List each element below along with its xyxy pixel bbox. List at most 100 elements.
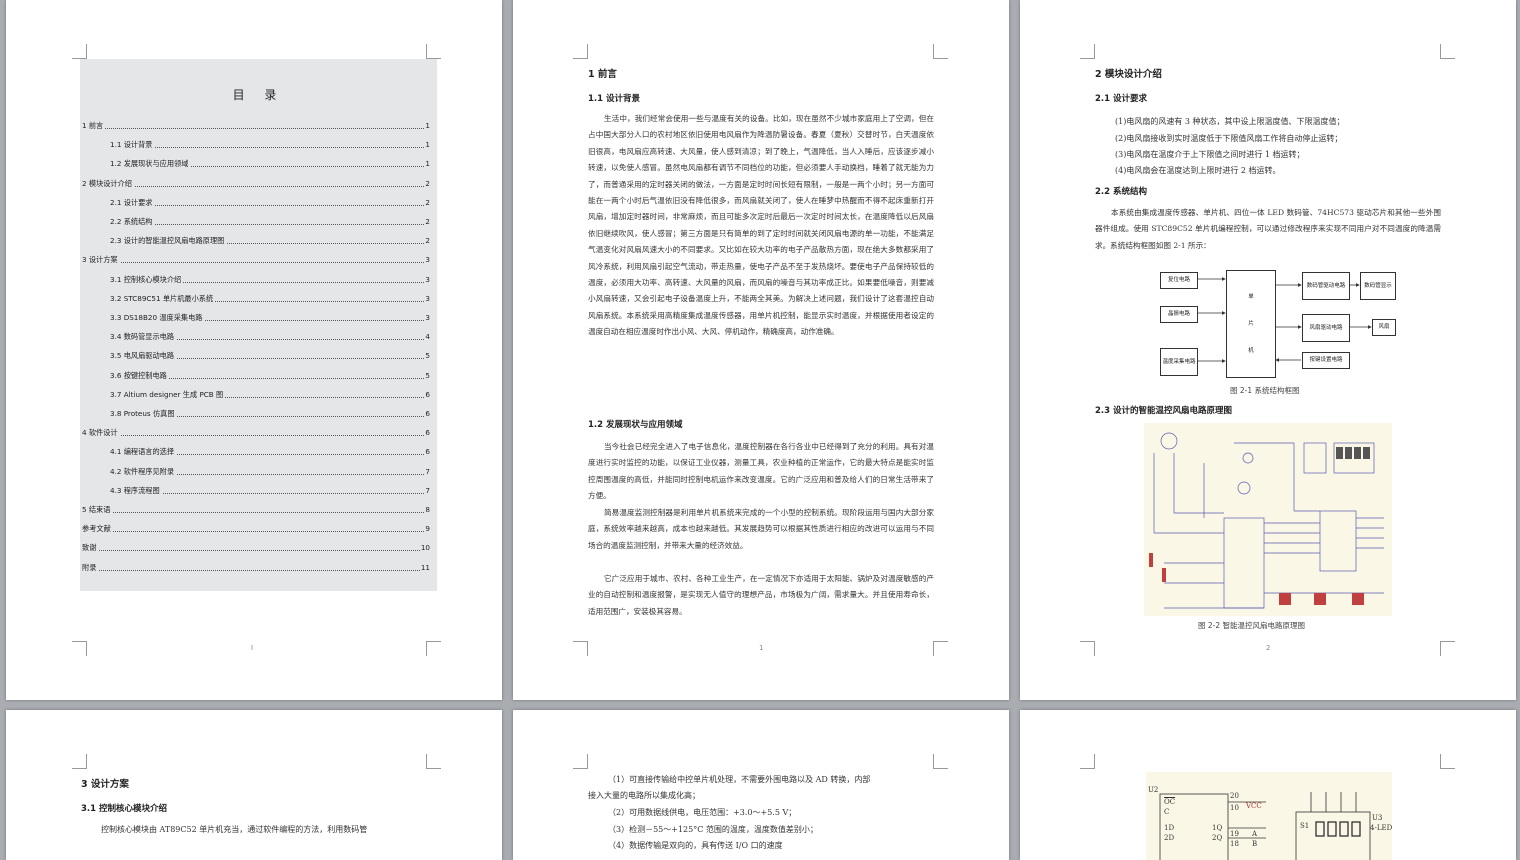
toc-entry-page: 6 (425, 409, 430, 418)
diagram-block: 风扇 (1372, 319, 1396, 336)
toc-entry-label: 5 结束语 (82, 505, 113, 515)
toc-entry-page: 5 (425, 370, 430, 380)
paragraph: 它广泛应用于城市、农村、各种工业生产，在一定情况下亦适用于太阳能、锅炉及对温度敏… (588, 574, 934, 616)
chip-pin: 1Q (1212, 824, 1223, 832)
toc-entry[interactable]: 4 软件设计 6 (82, 428, 430, 440)
chip-label: U3 (1372, 814, 1383, 822)
toc-entry-page: 1 (425, 121, 430, 130)
toc-leader-dots (82, 512, 424, 513)
toc-entry-page: 9 (425, 524, 430, 534)
toc-entry-label: 3.8 Proteus 仿真图 (110, 409, 177, 419)
latch-drawing (1159, 792, 1371, 860)
crop-mark (1440, 754, 1455, 769)
segment-label: S1 (1300, 822, 1310, 830)
subsection-heading: 1.1 设计背景 (588, 94, 641, 104)
page-5: U2 OC C 1D 2D 1Q 2Q 20 10 VCC 19 18 A B … (1020, 710, 1516, 860)
toc-entry[interactable]: 2.2 系统结构 2 (110, 217, 430, 229)
toc-entry[interactable]: 3.3 DS18B20 温度采集电路 3 (110, 313, 430, 325)
toc-entry[interactable]: 3.6 按键控制电路 5 (110, 370, 430, 383)
subsection-heading: 3.1 控制核心模块介绍 (81, 804, 168, 814)
toc-leader-dots (82, 128, 424, 129)
toc-entry[interactable]: 3.4 数码管显示电路 4 (110, 332, 430, 344)
net-label: A (1252, 830, 1258, 838)
toc-entry[interactable]: 2.3 设计的智能温控风扇电路原理图 2 (110, 236, 430, 248)
toc-entry[interactable]: 2.1 设计要求 2 (110, 197, 430, 210)
toc-entry-page: 6 (425, 447, 430, 457)
toc-entry-label: 参考文献 (82, 524, 113, 535)
crop-mark (72, 754, 87, 769)
toc-entry[interactable]: 1.2 发展现状与应用领域 1 (110, 159, 430, 171)
toc-entry[interactable]: 3.1 控制核心模块介绍 3 (110, 274, 430, 287)
toc-entry-page: 4 (425, 332, 430, 342)
toc-entry[interactable]: 4.2 软件程序见附录 7 (110, 466, 430, 479)
toc-entry-label: 2.1 设计要求 (110, 197, 155, 208)
toc-entry[interactable]: 致谢 10 (82, 543, 430, 555)
paragraph-line: 控制核心模块由 AT89C52 单片机充当，通过软件编程的方法，利用数码管 (101, 825, 368, 834)
toc-entry[interactable]: 3.8 Proteus 仿真图 6 (110, 409, 430, 421)
toc-entry-label: 3.3 DS18B20 温度采集电路 (110, 313, 205, 323)
crop-mark (426, 754, 441, 769)
toc-leader-dots (82, 435, 424, 437)
pin-number: 10 (1230, 804, 1239, 812)
toc-entry-page: 2 (425, 197, 430, 207)
toc-entry[interactable]: 3.7 Altium designer 生成 PCB 图 6 (110, 389, 430, 402)
vcc-label: VCC (1246, 802, 1262, 810)
toc-entry-page: 3 (425, 313, 430, 322)
toc-entry-label: 4 软件设计 (82, 428, 120, 439)
toc-entry-label: 3.1 控制核心模块介绍 (110, 274, 184, 285)
toc-entry[interactable]: 1.1 设计背景 1 (110, 140, 430, 152)
paragraph: 生活中，我们经常会使用一些与温度有关的设备。比如，现在虽然不少城市家庭用上了空调… (588, 114, 934, 337)
chip-label: 4-LED (1370, 824, 1392, 832)
net-label: B (1252, 840, 1258, 848)
feature-item: 接入大量的电路所以集成化高； (588, 791, 700, 800)
page-1: 1 前言 1.1 设计背景 生活中，我们经常会使用一些与温度有关的设备。比如，现… (513, 0, 1009, 700)
toc-entry[interactable]: 1 前言 1 (82, 121, 430, 133)
mcu-label-char: 机 (1248, 347, 1254, 354)
section-heading: 2 模块设计介绍 (1095, 69, 1162, 80)
toc-entry[interactable]: 参考文献 9 (82, 524, 430, 536)
toc-entry[interactable]: 4.3 程序流程图 7 (110, 485, 430, 498)
toc-entry-page: 6 (425, 428, 430, 438)
toc-entry[interactable]: 3.5 电风扇驱动电路 5 (110, 351, 430, 363)
feature-item: （2）可用数据线供电，电压范围：+3.0～+5.5 V； (608, 808, 797, 817)
subsection-heading: 1.2 发展现状与应用领域 (588, 420, 683, 430)
toc-entry[interactable]: 3.2 STC89C51 单片机最小系统 3 (110, 293, 430, 306)
crop-mark (573, 641, 588, 656)
paragraph: 简易温度监测控制器是利用单片机系统来完成的一个小型的控制系统。现阶段运用与国内大… (588, 508, 934, 550)
toc-entry-page: 5 (425, 351, 430, 361)
toc-leader-dots (110, 147, 424, 149)
toc-entry[interactable]: 2 模块设计介绍 2 (82, 178, 430, 191)
crop-mark (1080, 641, 1095, 656)
crop-mark (426, 44, 441, 59)
crop-mark (933, 754, 948, 769)
chip-pin: 1D (1164, 824, 1175, 832)
toc-entry[interactable]: 附录 11 (82, 562, 430, 575)
toc-entry-page: 3 (425, 255, 430, 265)
latch-schematic: U2 OC C 1D 2D 1Q 2Q 20 10 VCC 19 18 A B … (1146, 772, 1392, 860)
chip-pin: 2D (1164, 834, 1175, 842)
chip-pin: 2Q (1212, 834, 1223, 842)
paragraph: 本系统由集成温度传感器、单片机、四位一体 LED 数码管、74HC573 驱动芯… (1095, 208, 1441, 250)
diagram-block: 温度采集电路 (1160, 348, 1198, 376)
toc-entry-page: 3 (425, 274, 430, 284)
toc-leader-dots (82, 569, 424, 571)
toc-entry[interactable]: 4.1 编程语言的选择 6 (110, 447, 430, 459)
crop-mark (573, 44, 588, 59)
toc-leader-dots (82, 262, 424, 264)
toc-entry[interactable]: 5 结束语 8 (82, 505, 430, 517)
toc-entry-page: 2 (425, 236, 430, 246)
toc-entry-label: 3.7 Altium designer 生成 PCB 图 (110, 389, 226, 400)
crop-mark (573, 754, 588, 769)
page-4: （1）可直接传输给中控单片机处理，不需要外围电路以及 AD 转换，内部 接入大量… (513, 710, 1009, 860)
diagram-block: 风扇驱动电路 (1302, 314, 1350, 342)
section-heading: 1 前言 (588, 69, 617, 80)
toc-entry[interactable]: 3 设计方案 3 (82, 255, 430, 267)
crop-mark (933, 641, 948, 656)
page-number: I (251, 644, 254, 652)
pin-number: 20 (1230, 792, 1239, 800)
toc-entry-page: 3 (425, 293, 430, 303)
page-number: 2 (1266, 644, 1271, 652)
requirement-item: (1)电风扇的风速有 3 种状态，其中设上限温度值、下限温度值； (1115, 117, 1345, 126)
pin-number: 18 (1230, 840, 1239, 848)
toc-entry-label: 3.5 电风扇驱动电路 (110, 351, 177, 362)
